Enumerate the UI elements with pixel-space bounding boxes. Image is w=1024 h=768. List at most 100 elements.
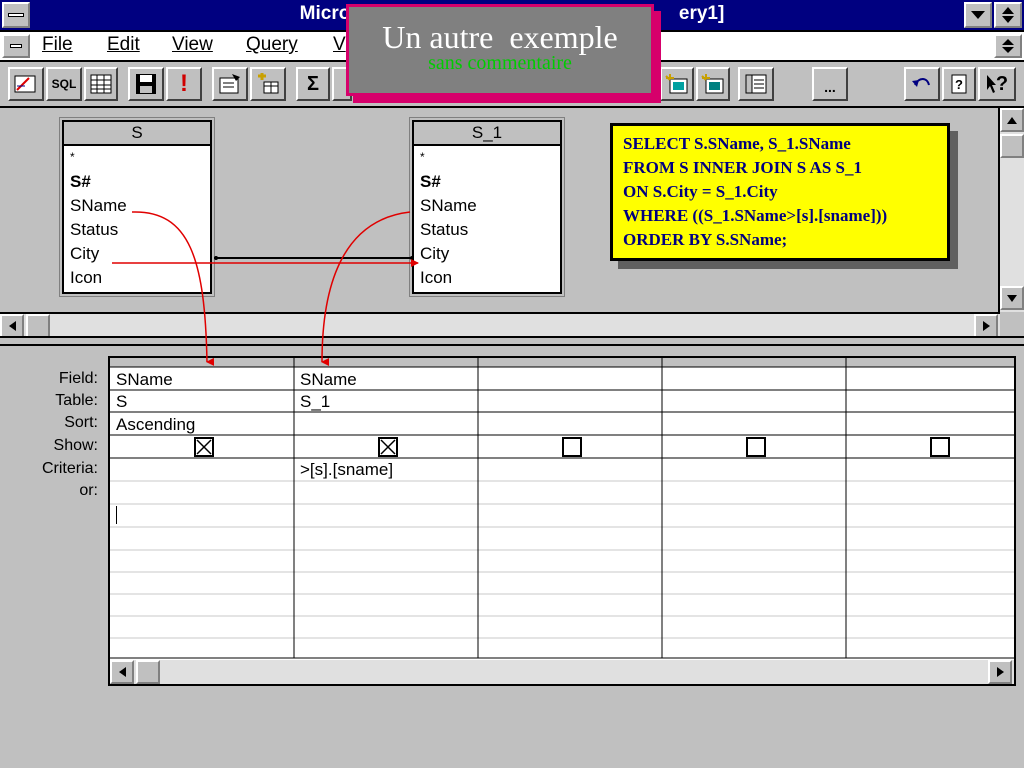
restore-down-icon	[1002, 47, 1014, 53]
scroll-left-button[interactable]	[0, 314, 24, 338]
restore-down-icon	[1002, 16, 1014, 23]
menu-view[interactable]: View	[172, 34, 213, 56]
row-label-field: Field:	[58, 370, 98, 387]
build-button[interactable]: ...	[812, 67, 848, 101]
grid-table-cell[interactable]: S_1	[296, 392, 330, 412]
field-list-title[interactable]: S	[64, 122, 210, 146]
grid-scroll-right-button[interactable]	[988, 660, 1012, 684]
design-view-icon	[14, 75, 36, 93]
add-table-icon	[258, 73, 279, 94]
text-cursor	[116, 506, 117, 524]
help-pointer-icon	[986, 75, 996, 93]
totals-button[interactable]: Σ	[296, 67, 330, 101]
row-label-or: or:	[79, 482, 98, 499]
arrow-down-icon	[1007, 294, 1017, 302]
field-icon[interactable]: Icon	[64, 266, 210, 290]
grid-criteria-cell[interactable]: >[s].[sname]	[296, 460, 393, 480]
menu-file[interactable]: File	[42, 34, 73, 56]
field-all[interactable]: *	[414, 146, 560, 170]
scroll-corner	[1000, 312, 1024, 338]
help-button[interactable]: ?	[978, 67, 1016, 101]
field-all[interactable]: *	[64, 146, 210, 170]
sql-line: FROM S INNER JOIN S AS S_1	[623, 158, 862, 177]
row-label-sort: Sort:	[64, 414, 98, 431]
properties-button[interactable]	[212, 67, 248, 101]
new-form-button[interactable]	[660, 67, 694, 101]
scroll-thumb[interactable]	[1000, 134, 1024, 158]
sql-line: WHERE ((S_1.SName>[s].[sname]))	[623, 206, 888, 225]
field-s-number[interactable]: S#	[414, 170, 560, 194]
grid-lines	[110, 358, 1014, 659]
table-pane-vscrollbar[interactable]	[998, 108, 1024, 312]
grid-hscroll-thumb[interactable]	[136, 660, 160, 684]
arrow-left-icon	[118, 667, 126, 677]
scroll-down-button[interactable]	[1000, 286, 1024, 310]
slide-title-popup: Un autre exemple sans commentaire	[346, 4, 654, 96]
maximize-button[interactable]	[994, 2, 1022, 28]
arrow-right-icon	[996, 667, 1004, 677]
show-checkbox-col3[interactable]	[562, 437, 582, 457]
exclamation-icon: !	[180, 70, 188, 97]
document-control-icon	[10, 44, 22, 48]
table-pane-hscrollbar[interactable]	[0, 312, 1000, 338]
minimize-button[interactable]	[964, 2, 992, 28]
grid-field-cell[interactable]: SName	[296, 370, 357, 390]
field-city[interactable]: City	[64, 242, 210, 266]
document-restore-button[interactable]	[994, 34, 1022, 58]
slide-title: Un autre exemple	[382, 19, 618, 55]
show-checkbox-col1[interactable]	[194, 437, 214, 457]
field-city[interactable]: City	[414, 242, 560, 266]
properties-icon	[219, 74, 240, 94]
run-button[interactable]: !	[166, 67, 202, 101]
menu-edit[interactable]: Edit	[107, 34, 140, 56]
field-sname[interactable]: SName	[64, 194, 210, 218]
database-window-button[interactable]	[738, 67, 774, 101]
save-button[interactable]	[128, 67, 164, 101]
grid-scroll-left-button[interactable]	[110, 660, 134, 684]
new-report-button[interactable]	[696, 67, 730, 101]
field-icon[interactable]: Icon	[414, 266, 560, 290]
new-report-icon	[701, 74, 724, 94]
sql-view-button[interactable]: SQL	[46, 67, 82, 101]
row-label-table: Table:	[55, 392, 98, 409]
scroll-up-button[interactable]	[1000, 108, 1024, 132]
checkbox-cross-icon	[380, 439, 396, 455]
grid-hscrollbar[interactable]	[110, 660, 1014, 684]
arrow-left-icon	[8, 321, 16, 331]
undo-button[interactable]	[904, 67, 940, 101]
hscroll-thumb[interactable]	[26, 314, 50, 338]
design-view-button[interactable]	[8, 67, 44, 101]
field-list-title[interactable]: S_1	[414, 122, 560, 146]
undo-icon	[912, 78, 930, 87]
cue-cards-icon: ?	[951, 74, 967, 94]
field-status[interactable]: Status	[64, 218, 210, 242]
sql-line: ORDER BY S.SName;	[623, 230, 788, 249]
field-s-number[interactable]: S#	[64, 170, 210, 194]
database-window-icon	[745, 74, 767, 94]
grid-field-cell[interactable]: SName	[112, 370, 173, 390]
row-label-show: Show:	[53, 437, 98, 454]
grid-table-cell[interactable]: S	[112, 392, 127, 412]
show-checkbox-col5[interactable]	[930, 437, 950, 457]
help-question-mark: ?	[995, 72, 1009, 95]
show-checkbox-col4[interactable]	[746, 437, 766, 457]
grid-sort-cell[interactable]: Ascending	[112, 415, 195, 435]
cue-cards-button[interactable]: ?	[942, 67, 976, 101]
query-grid[interactable]: SName S Ascending SName S_1 >[s].[sname]	[108, 356, 1016, 686]
pane-splitter[interactable]	[0, 336, 1024, 346]
restore-up-icon	[1002, 7, 1014, 14]
add-table-button[interactable]	[250, 67, 286, 101]
row-label-criteria: Criteria:	[41, 460, 98, 477]
document-control-box[interactable]	[2, 34, 30, 58]
show-checkbox-col2[interactable]	[378, 437, 398, 457]
field-status[interactable]: Status	[414, 218, 560, 242]
menu-query[interactable]: Query	[246, 34, 298, 56]
field-list-s[interactable]: S * S# SName Status City Icon	[62, 120, 212, 294]
scroll-right-button[interactable]	[974, 314, 998, 338]
field-sname[interactable]: SName	[414, 194, 560, 218]
datasheet-view-button[interactable]	[84, 67, 118, 101]
field-list-s1[interactable]: S_1 * S# SName Status City Icon	[412, 120, 562, 294]
restore-up-icon	[1002, 39, 1014, 45]
menu-window[interactable]: V	[333, 34, 346, 56]
new-form-icon	[665, 74, 688, 94]
